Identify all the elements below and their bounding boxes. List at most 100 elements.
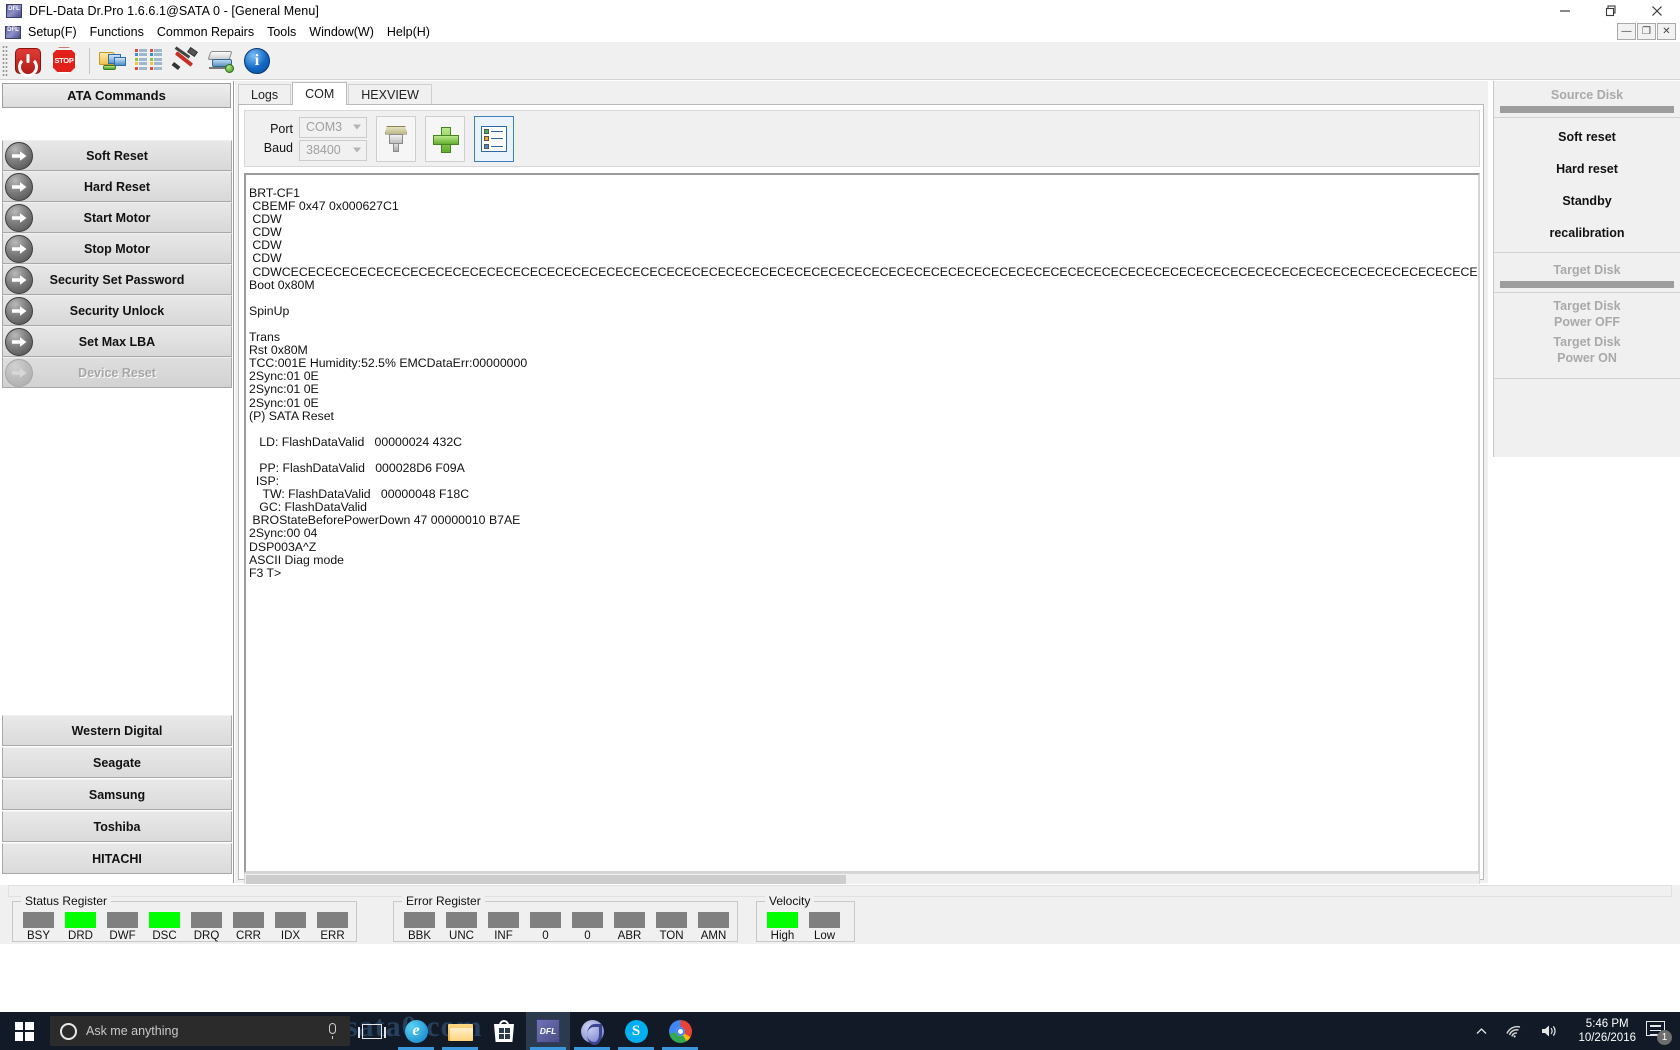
toolbar-grip[interactable] [2, 44, 8, 77]
led-cell: DWF [107, 912, 138, 942]
status-led-idx [275, 912, 306, 928]
search-input[interactable]: Ask me anything [50, 1016, 350, 1046]
tab-hexview[interactable]: HEXVIEW [348, 84, 432, 105]
tab-com[interactable]: COM [292, 82, 348, 105]
restore-icon[interactable] [1588, 0, 1634, 22]
mdi-child-icon [5, 25, 21, 39]
port-select[interactable]: COM3 [299, 116, 367, 138]
target-power-off-line1: Target Disk [1553, 299, 1621, 313]
source-soft-reset-button[interactable]: Soft reset [1494, 121, 1680, 153]
led-label: DSC [152, 930, 177, 942]
add-plus-icon[interactable] [425, 115, 465, 162]
task-view-icon[interactable] [350, 1012, 394, 1050]
led-label: CRR [236, 930, 261, 942]
vendor-seagate[interactable]: Seagate [2, 747, 232, 778]
close-icon[interactable] [1634, 0, 1680, 22]
divider [1494, 292, 1680, 293]
vendor-samsung[interactable]: Samsung [2, 779, 232, 810]
edge-icon-label: e [412, 1022, 420, 1039]
chrome-icon[interactable] [658, 1012, 702, 1050]
properties-list-icon[interactable] [474, 115, 514, 162]
com-terminal-output[interactable]: BRT-CF1 CBEMF 0x47 0x000627C1 CDW CDW CD… [244, 173, 1480, 873]
terminal-line: 2Sync:01 0E [249, 382, 319, 397]
source-recalibration-button[interactable]: recalibration [1494, 217, 1680, 249]
led-cell: INF [488, 912, 519, 942]
network-folder-icon[interactable] [96, 44, 130, 78]
menu-item-common-repairs[interactable]: Common Repairs [157, 23, 263, 41]
tab-logs[interactable]: Logs [238, 84, 292, 105]
terminal-line: SpinUp [249, 303, 290, 318]
command-security-unlock[interactable]: Security Unlock [2, 295, 232, 326]
mdi-close-icon[interactable]: ✕ [1657, 23, 1676, 40]
vendor-hitachi[interactable]: HITACHI [2, 843, 232, 874]
velocity-led-high [767, 912, 798, 928]
wifi-icon[interactable] [1506, 1024, 1523, 1038]
error-register-title: Error Register [402, 894, 485, 908]
show-hidden-icons-chevron[interactable] [1475, 1025, 1488, 1038]
arrow-right-icon [5, 203, 33, 232]
stop-icon[interactable]: STOP [47, 44, 81, 78]
main-toolbar: STOP i [0, 42, 1680, 80]
command-security-set-password[interactable]: Security Set Password [2, 264, 232, 295]
menu-item-functions[interactable]: Functions [90, 23, 153, 41]
tools-icon[interactable] [168, 44, 202, 78]
arrow-right-icon [5, 234, 33, 263]
led-label: AMN [700, 930, 727, 942]
vendor-western-digital[interactable]: Western Digital [2, 715, 232, 746]
search-placeholder: Ask me anything [86, 1024, 179, 1038]
serial-port-icon[interactable] [376, 115, 416, 162]
edge-icon[interactable]: e [394, 1012, 438, 1050]
command-label: Set Max LBA [78, 334, 156, 349]
bottom-scroll-track[interactable] [8, 885, 1672, 897]
arrow-right-icon [5, 141, 33, 170]
led-cell: BBK [404, 912, 435, 942]
mdi-minimize-icon[interactable]: — [1617, 23, 1636, 40]
power-icon[interactable] [11, 44, 45, 78]
microsoft-store-icon[interactable] [482, 1012, 526, 1050]
cortana-circle-icon [60, 1022, 77, 1040]
terminal-line: F3 T> [249, 565, 282, 580]
minimize-icon[interactable] [1542, 0, 1588, 22]
info-icon[interactable]: i [240, 44, 274, 78]
terminal-line: 2Sync:01 0E [249, 395, 319, 410]
mdi-restore-icon[interactable]: ❐ [1637, 23, 1656, 40]
terminal-text: BRT-CF1 CBEMF 0x47 0x000627C1 CDW CDW CD… [246, 175, 1478, 871]
menu-item-help[interactable]: Help(H) [387, 23, 439, 41]
bittorrent-icon[interactable] [570, 1012, 614, 1050]
microphone-icon[interactable] [329, 1023, 336, 1039]
disk-actions-panel: Source Disk Soft reset Hard reset Standb… [1489, 81, 1680, 883]
menu-item-window[interactable]: Window(W) [309, 23, 383, 41]
action-center-icon[interactable]: 1 [1646, 1020, 1672, 1045]
menu-item-setup[interactable]: Setup(F) [28, 23, 86, 41]
command-set-max-lba[interactable]: Set Max LBA [2, 326, 232, 357]
chevron-down-icon [353, 124, 361, 130]
source-standby-button[interactable]: Standby [1494, 185, 1680, 217]
error-led-bbk [404, 912, 435, 928]
command-start-motor[interactable]: Start Motor [2, 202, 232, 233]
vendor-toshiba[interactable]: Toshiba [2, 811, 232, 842]
target-power-on-line2: Power ON [1557, 351, 1617, 365]
led-label: DWF [109, 930, 136, 942]
file-explorer-icon[interactable] [438, 1012, 482, 1050]
dfl-data-dr-pro-icon[interactable]: DFL [526, 1012, 570, 1050]
mdi-window-controls: — ❐ ✕ [1616, 23, 1676, 40]
menu-item-tools[interactable]: Tools [267, 23, 305, 41]
center-area: Logs COM HEXVIEW Port Baud COM3 38400 BR… [235, 81, 1488, 887]
taskbar-clock[interactable]: 5:46 PM 10/26/2016 [1578, 1017, 1636, 1045]
command-hard-reset[interactable]: Hard Reset [2, 171, 232, 202]
terminal-line: BROStateBeforePowerDown 47 00000010 B7AE [249, 513, 521, 528]
windows-start-icon[interactable] [0, 1012, 48, 1050]
command-stop-motor[interactable]: Stop Motor [2, 233, 232, 264]
skype-icon[interactable]: S [614, 1012, 658, 1050]
baud-select[interactable]: 38400 [299, 139, 367, 161]
arrow-right-icon [5, 327, 33, 356]
disk-actions-inner: Source Disk Soft reset Hard reset Standb… [1493, 81, 1680, 457]
error-led-abr [614, 912, 645, 928]
drive-icon[interactable] [204, 44, 238, 78]
command-soft-reset[interactable]: Soft Reset [2, 140, 232, 171]
source-hard-reset-button[interactable]: Hard reset [1494, 153, 1680, 185]
error-register-leds: BBK UNC INF 0 0 ABR TON AMN [394, 902, 737, 942]
list-table-icon[interactable] [132, 44, 166, 78]
speaker-icon[interactable] [1541, 1024, 1559, 1038]
led-cell: DSC [149, 912, 180, 942]
